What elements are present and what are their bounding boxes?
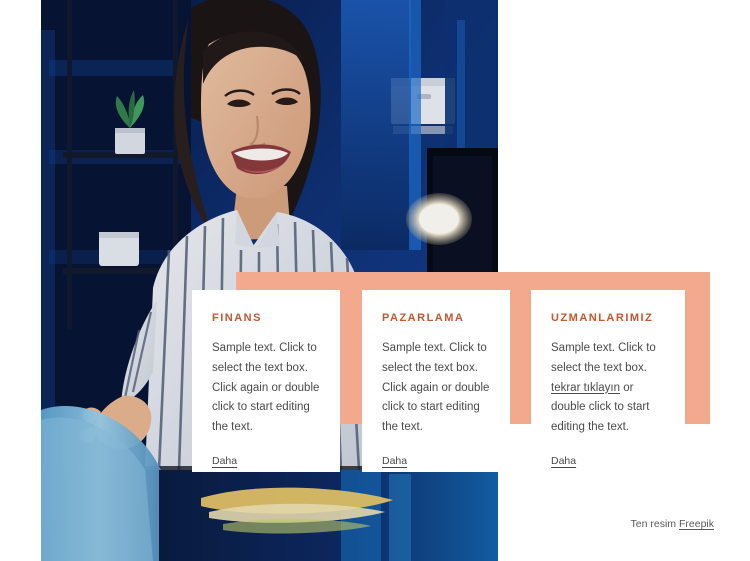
card-body-text-finans: Sample text. Click to select the text bo… — [212, 342, 320, 434]
photo-attribution: Ten resim Freepik — [631, 518, 714, 530]
feature-card-finans[interactable]: FINANS Sample text. Click to select the … — [192, 290, 340, 472]
card-more-link-finans[interactable]: Daha — [212, 455, 237, 467]
card-more-link-pazarlama[interactable]: Daha — [382, 455, 407, 467]
card-body-text-pazarlama: Sample text. Click to select the text bo… — [382, 342, 490, 434]
card-title-uzmanlarimiz: UZMANLARIMIZ — [551, 312, 654, 324]
card-body-text-before-uzmanlarimiz: Sample text. Click to select the text bo… — [551, 342, 656, 374]
card-body-uzmanlarimiz: Sample text. Click to select the text bo… — [551, 339, 665, 438]
feature-card-pazarlama[interactable]: PAZARLAMA Sample text. Click to select t… — [362, 290, 510, 472]
card-title-pazarlama: PAZARLAMA — [382, 312, 465, 324]
card-more-link-uzmanlarimiz[interactable]: Daha — [551, 455, 576, 467]
card-body-finans: Sample text. Click to select the text bo… — [212, 339, 320, 438]
card-inline-link-uzmanlarimiz[interactable]: tekrar tıklayın — [551, 382, 620, 394]
card-body-pazarlama: Sample text. Click to select the text bo… — [382, 339, 490, 438]
card-title-finans: FINANS — [212, 312, 262, 324]
feature-card-uzmanlarimiz[interactable]: UZMANLARIMIZ Sample text. Click to selec… — [531, 290, 685, 472]
attribution-link-freepik[interactable]: Freepik — [679, 518, 714, 530]
attribution-prefix: Ten resim — [630, 518, 679, 530]
page-root: FINANS Sample text. Click to select the … — [0, 0, 750, 561]
